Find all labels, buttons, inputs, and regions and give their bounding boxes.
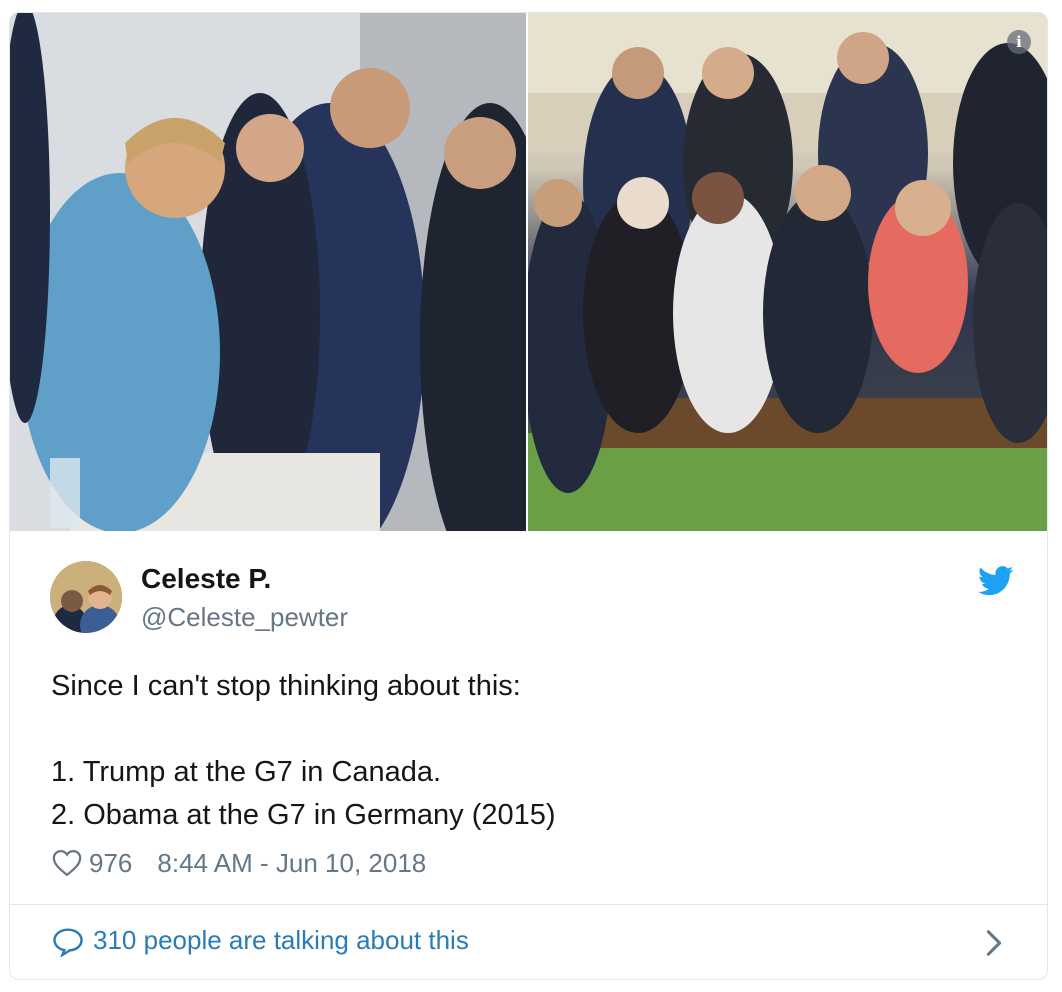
twitter-bird-icon[interactable]	[978, 565, 1014, 597]
user-handle[interactable]: @Celeste_pewter	[141, 602, 348, 633]
tweet-media[interactable]: i	[10, 13, 1047, 531]
info-icon[interactable]: i	[1007, 30, 1031, 54]
tweet-text-line: 1. Trump at the G7 in Canada.	[51, 756, 442, 788]
tweet-text-line: 2. Obama at the G7 in Germany (2015)	[51, 799, 556, 831]
tweet-card: i Celeste P. @Celeste_pewter Since I can…	[9, 12, 1048, 980]
avatar[interactable]	[50, 561, 122, 633]
timestamp[interactable]: 8:44 AM - Jun 10, 2018	[157, 848, 426, 879]
photo-g7-canada-illustration	[10, 13, 526, 531]
speech-bubble-icon	[53, 928, 83, 957]
heart-icon[interactable]	[52, 849, 82, 877]
tweet-meta: 976 8:44 AM - Jun 10, 2018	[52, 847, 426, 879]
tweet-text-line: Since I can't stop thinking about this:	[51, 670, 521, 702]
talking-about-link[interactable]: 310 people are talking about this	[93, 925, 469, 956]
display-name[interactable]: Celeste P.	[141, 563, 271, 595]
tweet-text-line	[51, 708, 1011, 751]
tweet-header: Celeste P. @Celeste_pewter	[50, 561, 1014, 641]
avatar-illustration	[50, 561, 122, 633]
photo-g7-germany-illustration	[528, 13, 1047, 531]
conversation-link[interactable]: 310 people are talking about this	[10, 905, 1047, 979]
chevron-right-icon[interactable]	[985, 929, 1003, 957]
photo-g7-canada[interactable]	[10, 13, 526, 531]
like-count[interactable]: 976	[89, 848, 132, 879]
tweet-text: Since I can't stop thinking about this: …	[51, 665, 1011, 837]
photo-g7-germany[interactable]: i	[528, 13, 1047, 531]
